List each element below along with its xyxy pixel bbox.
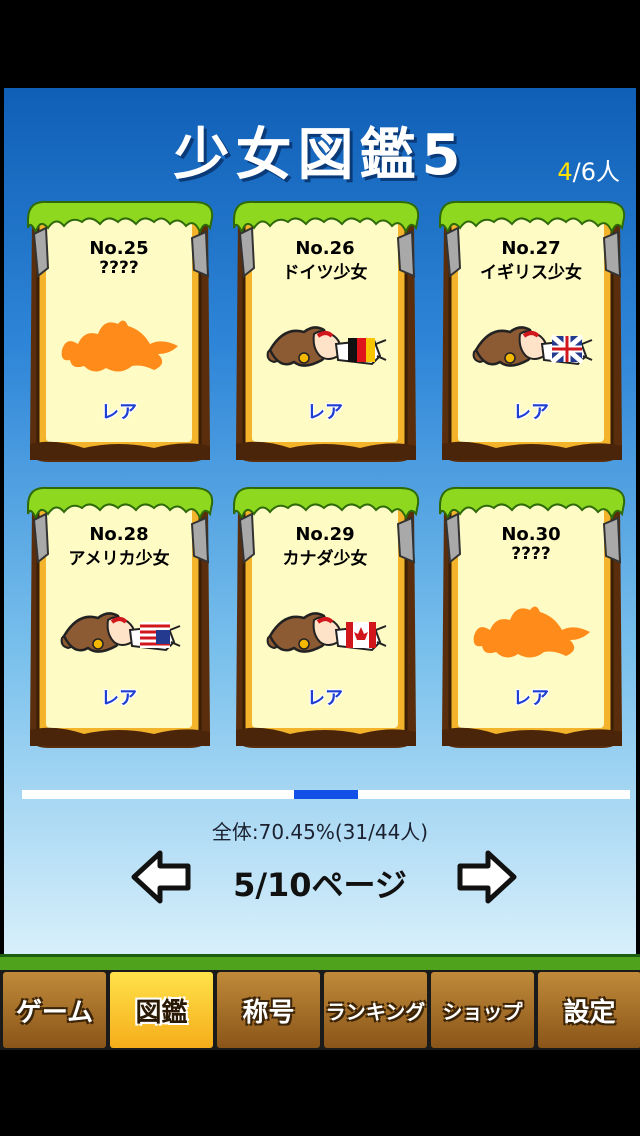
tab-title[interactable]: 称号 [217, 972, 320, 1048]
rarity-badge: レア [513, 402, 549, 423]
zukan-card[interactable]: No.25???? レア [24, 198, 214, 470]
page-indicator: 5/10ページ [233, 866, 407, 904]
card-number: No.27 [501, 238, 561, 259]
screen: 少女図鑑5 4/6人 No.25???? レア No.26 ドイツ少女 レア N… [0, 88, 640, 1050]
bottom-tab-bar: ゲーム 図鑑 称号 ランキング ショップ 設定 [0, 970, 640, 1050]
girl-usa-icon [60, 612, 181, 653]
next-page-button[interactable] [456, 850, 518, 908]
collected-total: /6人 [572, 158, 620, 186]
girl-germany-icon [266, 326, 387, 367]
rarity-badge: レア [307, 688, 343, 709]
card-number: No.29 [295, 524, 355, 545]
zukan-card[interactable]: No.27 イギリス少女 レア [436, 198, 626, 470]
card-number: No.26 [295, 238, 355, 259]
zukan-card[interactable]: No.26 ドイツ少女 レア [230, 198, 420, 470]
zukan-card[interactable]: No.28 アメリカ少女 レア [24, 484, 214, 756]
tab-ranking[interactable]: ランキング [324, 972, 427, 1048]
rarity-badge: レア [307, 402, 343, 423]
card-name: ???? [511, 544, 551, 564]
rarity-badge: レア [513, 688, 549, 709]
card-name: イギリス少女 [480, 263, 582, 283]
card-name: ドイツ少女 [282, 263, 368, 283]
card-number: No.28 [89, 524, 149, 545]
rarity-badge: レア [101, 402, 137, 423]
collected-current: 4 [557, 158, 573, 186]
card-name: アメリカ少女 [68, 549, 170, 569]
rarity-badge: レア [101, 688, 137, 709]
overall-progress-text: 全体:70.45%(31/44人) [211, 820, 429, 844]
tab-settings[interactable]: 設定 [538, 972, 640, 1048]
page-title: 少女図鑑5 [173, 123, 467, 188]
card-name: カナダ少女 [282, 549, 368, 569]
zukan-card[interactable]: No.29 カナダ少女 レア [230, 484, 420, 756]
card-number: No.25 [89, 238, 149, 259]
card-number: No.30 [501, 524, 561, 545]
collected-count: 4/6人 [557, 152, 620, 187]
tab-game[interactable]: ゲーム [3, 972, 106, 1048]
locked-silhouette-icon [61, 320, 178, 372]
card-name: ???? [99, 258, 139, 278]
page-progress-indicator [294, 790, 358, 799]
girl-canada-icon [266, 612, 387, 653]
zukan-card[interactable]: No.30???? レア [436, 484, 626, 756]
tab-zukan[interactable]: 図鑑 [110, 972, 213, 1048]
page-progress-bar [22, 790, 630, 799]
tab-shop[interactable]: ショップ [431, 972, 534, 1048]
girl-uk-icon [472, 326, 593, 367]
locked-silhouette-icon [473, 606, 590, 658]
right-arrow-icon [457, 850, 517, 904]
grass-strip [0, 954, 640, 971]
